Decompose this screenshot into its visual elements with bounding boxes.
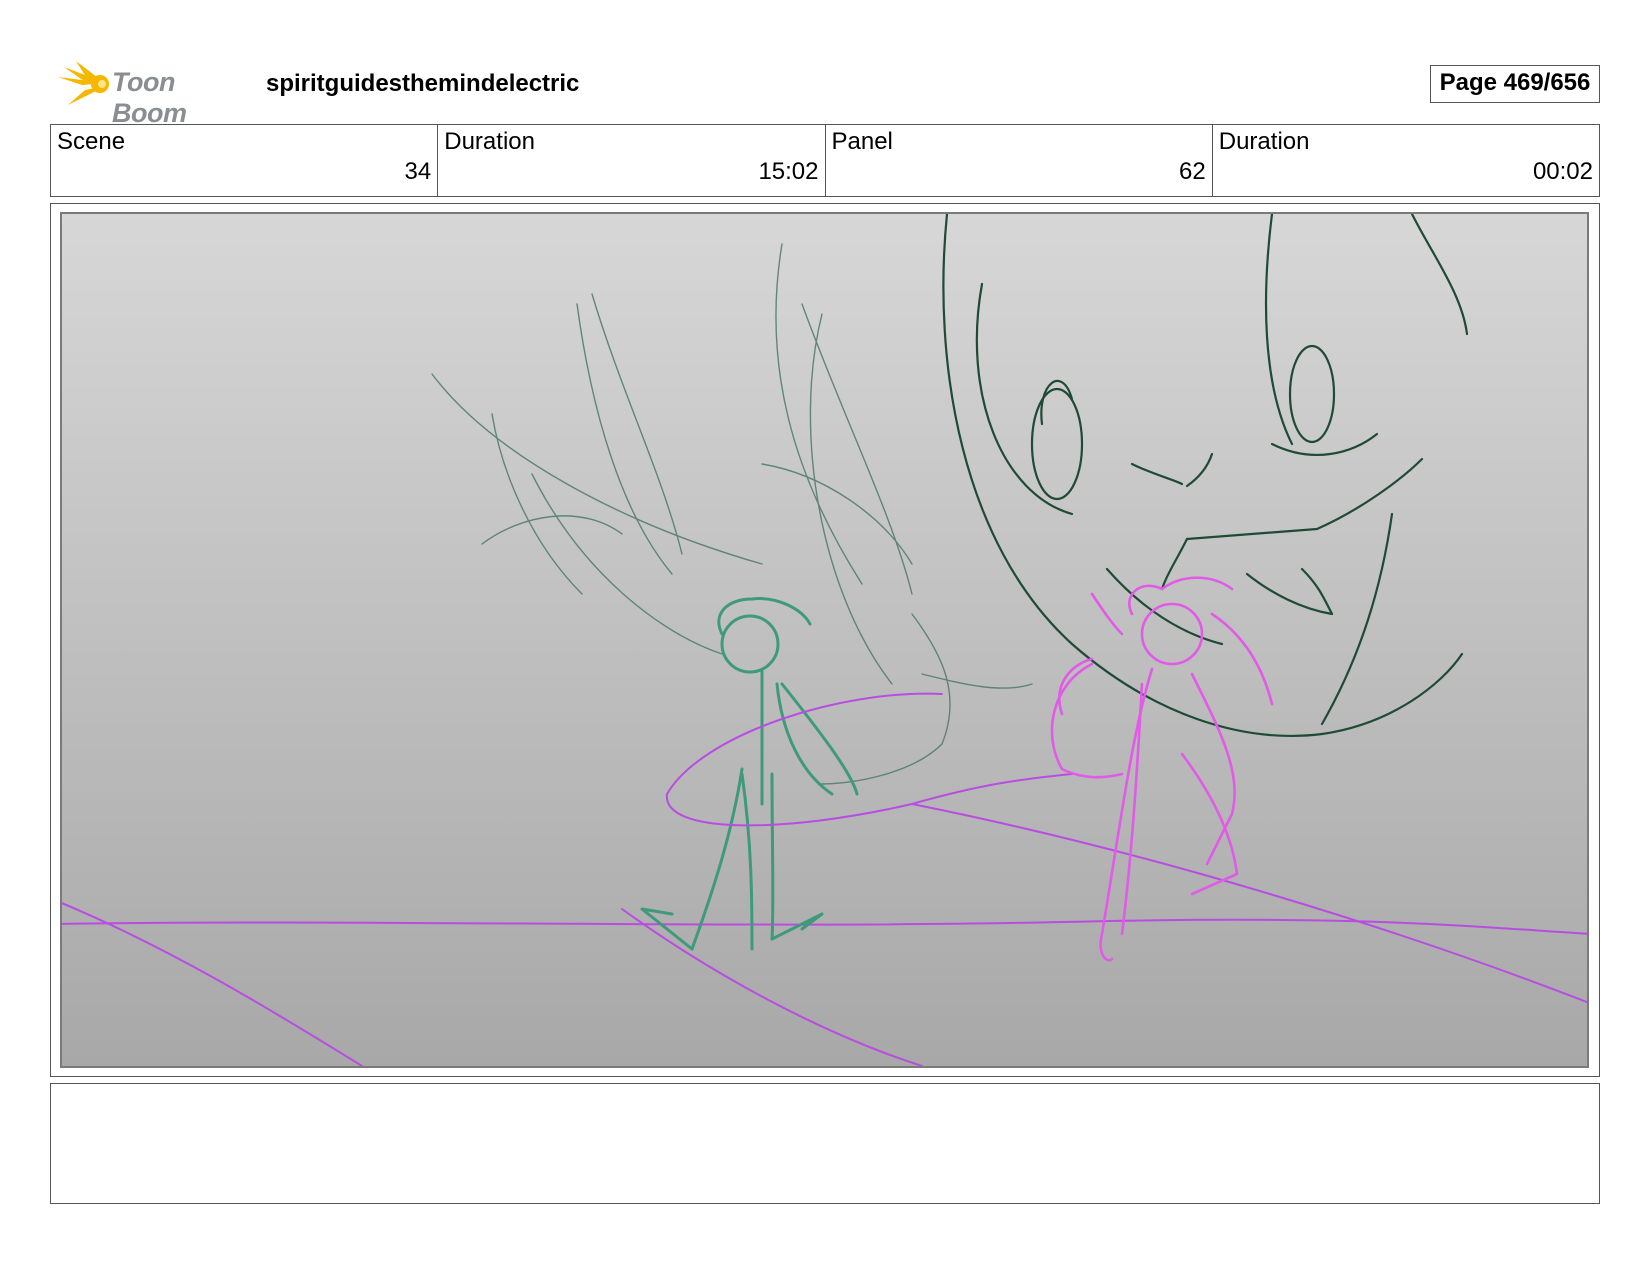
starburst-icon <box>58 61 109 105</box>
panel-duration-cell: Duration 00:02 <box>1213 125 1599 196</box>
panel-value: 62 <box>1179 158 1206 185</box>
panel-label: Panel <box>831 128 893 155</box>
teal-character-sketch <box>640 597 859 951</box>
storyboard-sketch <box>60 212 1589 1068</box>
panel-cell: Panel 62 <box>826 125 1213 196</box>
toon-boom-logo: Toon Boom <box>54 57 254 128</box>
scene-cell: Scene 34 <box>51 125 439 196</box>
page-header: Toon Boom spiritguidesthemindelectric Pa… <box>50 55 1600 128</box>
panel-duration-value: 00:02 <box>1532 158 1593 185</box>
swirl-line <box>665 692 1073 827</box>
panel-duration-label: Duration <box>1218 128 1310 155</box>
project-title: spiritguidesthemindelectric <box>266 70 580 97</box>
logo-text: Toon Boom <box>112 67 187 128</box>
page-indicator: Page 469/656 <box>1430 65 1600 103</box>
scene-value: 34 <box>404 158 432 185</box>
scene-duration-label: Duration <box>444 128 535 155</box>
ground-lines <box>62 803 1587 1066</box>
scene-label: Scene <box>57 128 126 155</box>
flame-sketch <box>431 243 1033 785</box>
scene-info-table: Scene 34 Duration 15:02 Panel 62 Duratio… <box>50 124 1600 197</box>
storyboard-panel-frame <box>50 203 1600 1077</box>
monster-sketch <box>942 214 1469 737</box>
scene-duration-value: 15:02 <box>758 158 819 185</box>
panel-notes-box <box>50 1083 1600 1204</box>
magenta-character-sketch <box>1050 576 1274 962</box>
scene-duration-cell: Duration 15:02 <box>438 125 826 196</box>
